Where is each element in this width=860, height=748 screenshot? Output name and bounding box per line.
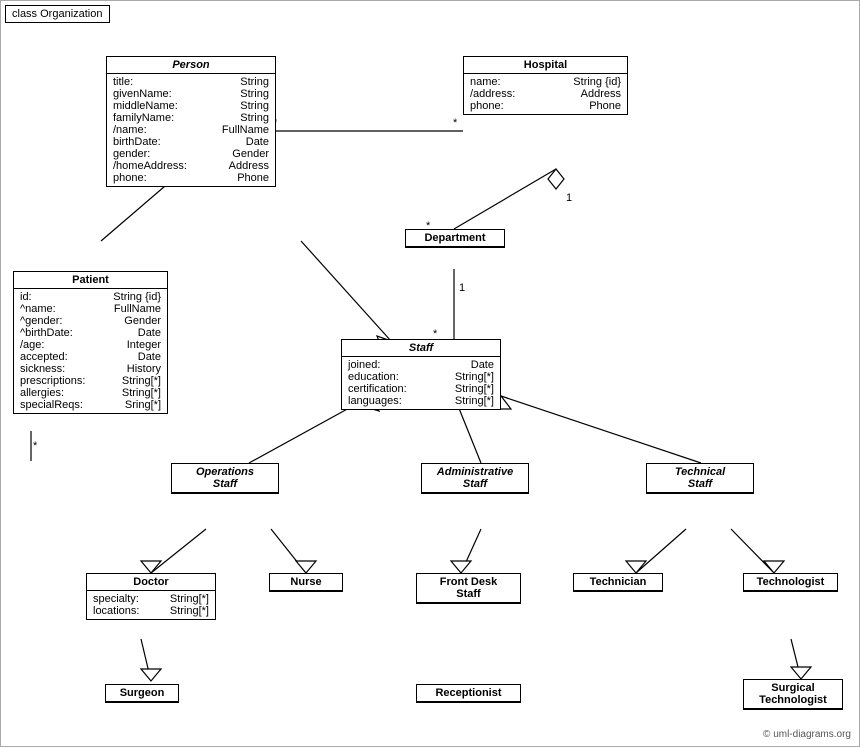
patient-class-attrs: id:String {id} ^name:FullName ^gender:Ge…: [14, 289, 167, 413]
administrative-staff-class: AdministrativeStaff: [421, 463, 529, 494]
nurse-class-name: Nurse: [270, 574, 342, 591]
front-desk-staff-class-name: Front DeskStaff: [417, 574, 520, 603]
copyright: © uml-diagrams.org: [763, 729, 851, 740]
doctor-class-attrs: specialty:String[*] locations:String[*]: [87, 591, 215, 619]
nurse-class: Nurse: [269, 573, 343, 592]
staff-class: Staff joined:Date education:String[*] ce…: [341, 339, 501, 410]
front-desk-staff-class: Front DeskStaff: [416, 573, 521, 604]
staff-class-name: Staff: [342, 340, 500, 357]
person-class: Person title:String givenName:String mid…: [106, 56, 276, 187]
technical-staff-class: TechnicalStaff: [646, 463, 754, 494]
staff-class-attrs: joined:Date education:String[*] certific…: [342, 357, 500, 409]
surgical-technologist-class: SurgicalTechnologist: [743, 679, 843, 710]
svg-text:*: *: [453, 117, 458, 129]
person-class-attrs: title:String givenName:String middleName…: [107, 74, 275, 186]
svg-text:*: *: [33, 440, 38, 452]
surgical-technologist-class-name: SurgicalTechnologist: [744, 680, 842, 709]
patient-class-name: Patient: [14, 272, 167, 289]
doctor-class: Doctor specialty:String[*] locations:Str…: [86, 573, 216, 620]
operations-staff-class: OperationsStaff: [171, 463, 279, 494]
surgeon-class: Surgeon: [105, 684, 179, 703]
patient-class: Patient id:String {id} ^name:FullName ^g…: [13, 271, 168, 414]
technician-class: Technician: [573, 573, 663, 592]
technologist-class-name: Technologist: [744, 574, 837, 591]
department-class-name: Department: [406, 230, 504, 247]
technical-staff-class-name: TechnicalStaff: [647, 464, 753, 493]
person-class-name: Person: [107, 57, 275, 74]
hospital-class-name: Hospital: [464, 57, 627, 74]
department-class: Department: [405, 229, 505, 248]
administrative-staff-class-name: AdministrativeStaff: [422, 464, 528, 493]
hospital-class: Hospital name:String {id} /address:Addre…: [463, 56, 628, 115]
doctor-class-name: Doctor: [87, 574, 215, 591]
diagram-title: class Organization: [5, 5, 110, 23]
svg-text:1: 1: [459, 282, 465, 294]
operations-staff-class-name: OperationsStaff: [172, 464, 278, 493]
receptionist-class: Receptionist: [416, 684, 521, 703]
technologist-class: Technologist: [743, 573, 838, 592]
hospital-class-attrs: name:String {id} /address:Address phone:…: [464, 74, 627, 114]
diagram-container: class Organization 1 * 1 * * *: [0, 0, 860, 747]
surgeon-class-name: Surgeon: [106, 685, 178, 702]
receptionist-class-name: Receptionist: [417, 685, 520, 702]
technician-class-name: Technician: [574, 574, 662, 591]
svg-text:1: 1: [566, 192, 572, 204]
